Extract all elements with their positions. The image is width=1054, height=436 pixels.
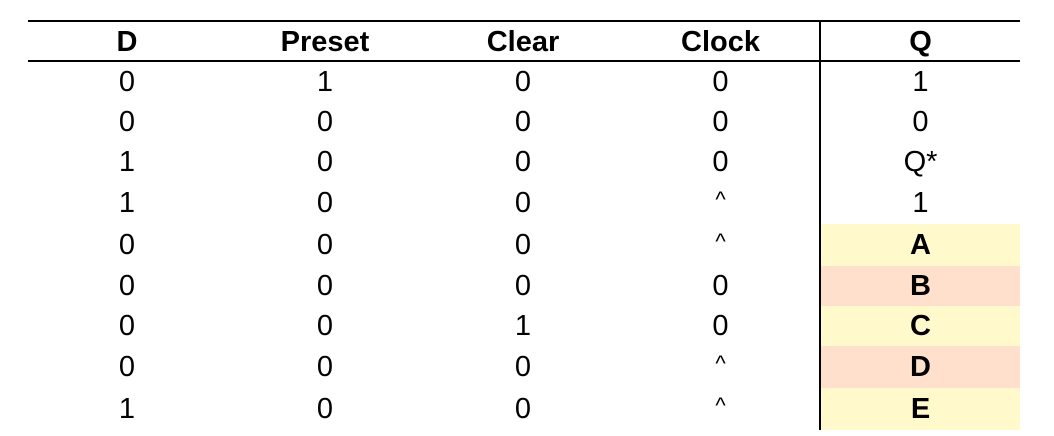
table-row: 0 1 0 0 1	[28, 61, 1020, 102]
cell-preset: 0	[316, 106, 334, 138]
cell-q-answer: E	[819, 388, 1020, 430]
cell-q-answer: B	[819, 266, 1020, 306]
cell-preset: 0	[316, 310, 334, 342]
cell-clear: 0	[514, 351, 532, 383]
clock-rising-edge: ^	[715, 351, 726, 376]
cell-clear: 0	[514, 66, 532, 98]
cell-clock: ^	[622, 388, 820, 430]
cell-clear: 0	[514, 106, 532, 138]
cell-clear: 0	[514, 229, 532, 261]
cell-preset: 0	[316, 229, 334, 261]
table-row: 0 0 0 ^ A	[28, 224, 1020, 266]
cell-preset: 0	[316, 146, 334, 178]
header-d: D	[28, 20, 226, 62]
header-preset: Preset	[226, 20, 424, 62]
cell-clock: 0	[712, 146, 729, 178]
table-row: 0 0 0 0 B	[28, 266, 1020, 306]
header-q: Q	[819, 20, 1020, 62]
table-row: 0 0 0 0 0	[28, 102, 1020, 142]
header-clear: Clear	[424, 20, 622, 62]
clock-rising-edge: ^	[715, 229, 726, 254]
cell-preset: 0	[316, 187, 334, 219]
table-row: 0 0 0 ^ D	[28, 346, 1020, 388]
cell-preset: 0	[316, 270, 334, 302]
cell-clock: 0	[712, 270, 729, 302]
table-row: 1 0 0 0 Q*	[28, 142, 1020, 182]
cell-preset: 0	[316, 393, 334, 425]
cell-clock: 0	[712, 106, 729, 138]
cell-clock: 0	[712, 310, 729, 342]
table-body: 0 1 0 0 1 0 0 0 0 0 1 0 0 0 Q* 1 0 0 ^ 1	[28, 61, 1020, 430]
cell-q: 1	[819, 61, 1020, 102]
cell-clock: ^	[622, 224, 820, 266]
cell-clear: 0	[514, 393, 532, 425]
cell-d: 0	[118, 310, 136, 342]
cell-q-answer: D	[819, 346, 1020, 388]
header-clock: Clock	[622, 20, 820, 62]
cell-clear: 0	[514, 146, 532, 178]
cell-d: 0	[118, 229, 136, 261]
cell-preset: 1	[316, 66, 334, 98]
table-row: 1 0 0 ^ 1	[28, 182, 1020, 224]
cell-clear: 0	[514, 270, 532, 302]
cell-d: 1	[118, 393, 136, 425]
cell-q-answer: C	[819, 306, 1020, 346]
cell-q: 0	[819, 102, 1020, 142]
cell-d: 0	[118, 66, 136, 98]
cell-q-answer: A	[819, 224, 1020, 266]
table-row: 1 0 0 ^ E	[28, 388, 1020, 430]
cell-q: 1	[819, 182, 1020, 224]
cell-d: 0	[118, 106, 136, 138]
clock-rising-edge: ^	[715, 393, 726, 418]
header-row: D Preset Clear Clock Q	[28, 20, 1020, 62]
truth-table: D Preset Clear Clock Q 0 1 0 0 1 0 0 0 0…	[28, 20, 1020, 430]
cell-preset: 0	[316, 351, 334, 383]
cell-d: 1	[118, 146, 136, 178]
cell-d: 1	[118, 187, 136, 219]
cell-clock: ^	[622, 182, 820, 224]
table-header: D Preset Clear Clock Q	[28, 20, 1020, 62]
cell-clear: 1	[514, 310, 532, 342]
cell-clock: 0	[712, 66, 729, 98]
table-row: 0 0 1 0 C	[28, 306, 1020, 346]
cell-q: Q*	[819, 142, 1020, 182]
clock-rising-edge: ^	[715, 187, 726, 212]
cell-clear: 0	[514, 187, 532, 219]
cell-d: 0	[118, 351, 136, 383]
cell-d: 0	[118, 270, 136, 302]
cell-clock: ^	[622, 346, 820, 388]
